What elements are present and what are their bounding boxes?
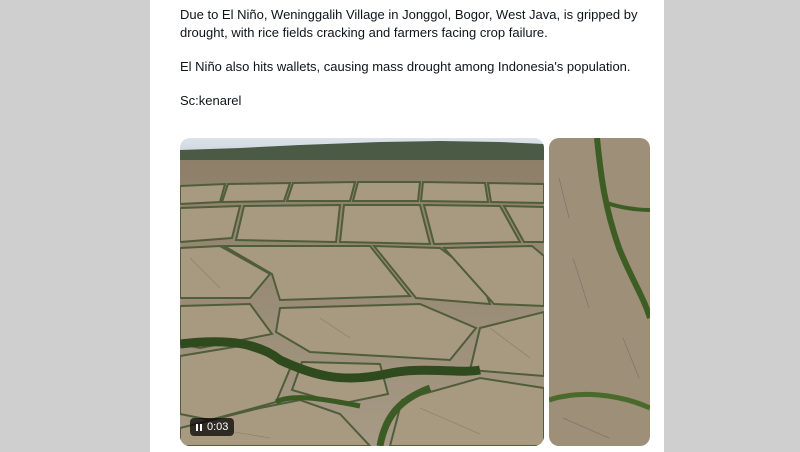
ricefield-closeup-image [549, 138, 650, 446]
drought-ricefield-video[interactable]: 0:03 [180, 138, 544, 446]
tweet-card: Due to El Niño, Weninggalih Village in J… [150, 0, 664, 452]
tweet-paragraph-2: El Niño also hits wallets, causing mass … [180, 59, 631, 74]
ricefield-aerial-image [180, 138, 544, 446]
tweet-text: Due to El Niño, Weninggalih Village in J… [180, 6, 640, 126]
video-time-badge[interactable]: 0:03 [190, 418, 235, 436]
drought-ricefield-image[interactable] [549, 138, 650, 446]
tweet-credit: Sc:kenarel [180, 93, 242, 108]
left-background-bar [0, 0, 150, 452]
video-time: 0:03 [207, 421, 229, 433]
right-background-bar [664, 0, 800, 452]
pause-icon[interactable] [196, 423, 202, 431]
tweet-paragraph-1: Due to El Niño, Weninggalih Village in J… [180, 7, 638, 40]
tweet-media: 0:03 [180, 138, 650, 446]
